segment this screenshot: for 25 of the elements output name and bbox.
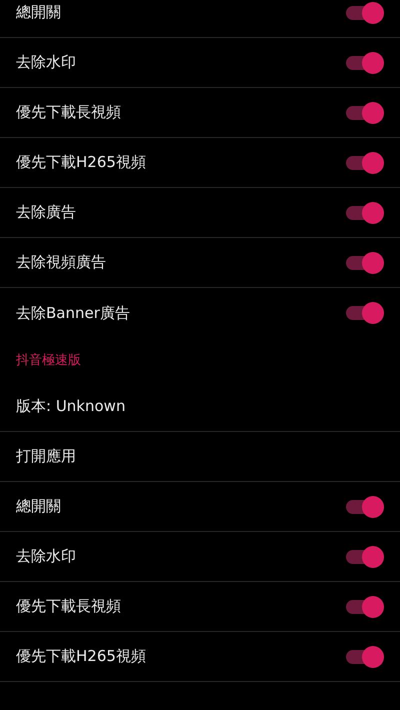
toggle-switch[interactable]	[346, 496, 382, 518]
toggle-switch[interactable]	[346, 596, 382, 618]
toggle-switch[interactable]	[346, 646, 382, 668]
toggle-switch[interactable]	[346, 252, 382, 274]
toggle-switch[interactable]	[346, 102, 382, 124]
setting-label: 優先下載長視頻	[16, 596, 121, 618]
section-header: 抖音極速版	[16, 352, 81, 370]
toggle-switch[interactable]	[346, 2, 382, 24]
toggle-switch[interactable]	[346, 202, 382, 224]
setting-label: 優先下載H265視頻	[16, 646, 146, 668]
setting-label: 優先下載長視頻	[16, 102, 121, 124]
setting-label: 總開關	[16, 2, 61, 24]
version-row: 版本: Unknown	[0, 382, 400, 432]
setting-label: 去除視頻廣告	[16, 252, 106, 274]
setting-label: 去除廣告	[16, 202, 76, 224]
setting-label: 去除水印	[16, 546, 76, 568]
toggle-switch[interactable]	[346, 302, 382, 324]
setting-label: 去除水印	[16, 52, 76, 74]
toggle-switch[interactable]	[346, 152, 382, 174]
setting-label: 總開關	[16, 496, 61, 518]
toggle-switch[interactable]	[346, 546, 382, 568]
open-app-row[interactable]: 打開應用	[0, 432, 400, 482]
toggle-switch[interactable]	[346, 52, 382, 74]
setting-label: 去除Banner廣告	[16, 302, 130, 324]
setting-label: 優先下載H265視頻	[16, 152, 146, 174]
